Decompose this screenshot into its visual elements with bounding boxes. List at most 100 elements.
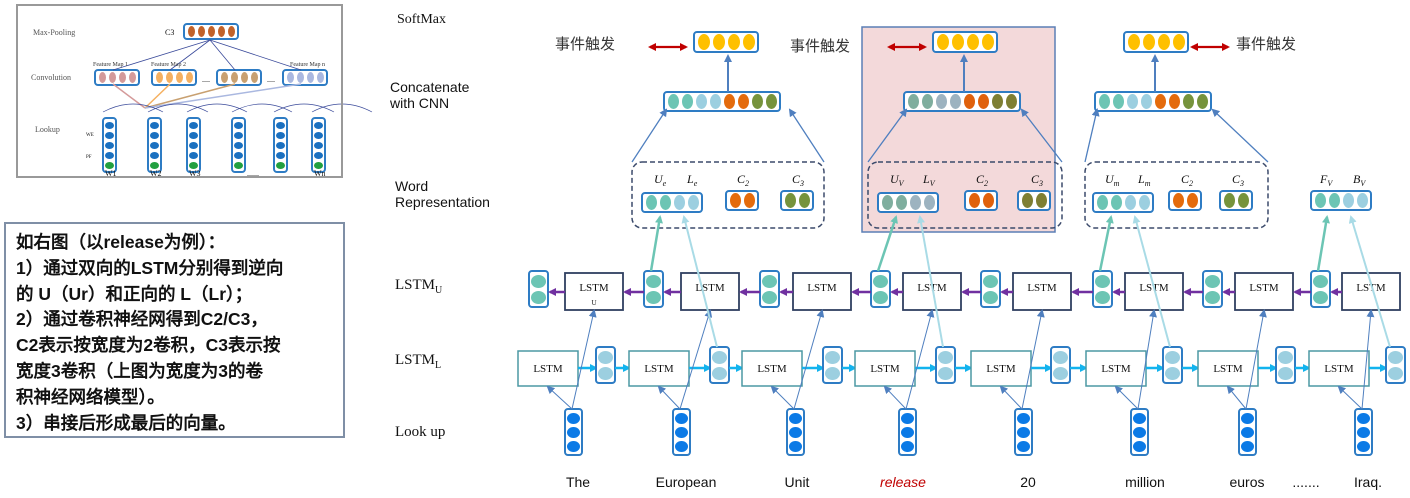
vector-unit bbox=[825, 351, 840, 364]
vector-unit bbox=[1158, 34, 1170, 50]
vector-unit bbox=[1095, 291, 1110, 304]
vector-unit bbox=[682, 94, 693, 109]
vector-unit bbox=[1329, 193, 1340, 208]
vector-unit bbox=[744, 193, 755, 208]
vector-unit bbox=[785, 193, 796, 208]
vector-unit bbox=[1165, 367, 1180, 380]
vector-unit bbox=[910, 195, 921, 210]
lookup-to-lstm-l-arrow bbox=[770, 385, 795, 410]
lstm-l-cell-label: LSTM bbox=[644, 363, 674, 375]
vector-unit bbox=[789, 441, 802, 452]
vector-unit bbox=[936, 94, 947, 109]
vector-unit bbox=[675, 413, 688, 424]
u-to-representation-arrow bbox=[1098, 215, 1114, 272]
vector-unit bbox=[1187, 193, 1198, 208]
vector-unit bbox=[789, 413, 802, 424]
input-word: European bbox=[655, 474, 717, 490]
vector-unit bbox=[668, 94, 679, 109]
vector-unit bbox=[1006, 94, 1017, 109]
vector-unit bbox=[938, 351, 953, 364]
vector-unit bbox=[698, 34, 710, 50]
lstm-l-cell-label: LSTM bbox=[757, 363, 787, 375]
vector-unit bbox=[598, 367, 613, 380]
vector-unit bbox=[789, 427, 802, 438]
vector-unit bbox=[1278, 367, 1293, 380]
vector-unit bbox=[983, 275, 998, 288]
vector-unit bbox=[531, 291, 546, 304]
label-line: Concatenate bbox=[390, 79, 470, 95]
vector-unit bbox=[1343, 193, 1354, 208]
lookup-to-lstm-l-arrow bbox=[883, 385, 907, 410]
vector-unit bbox=[799, 193, 810, 208]
lstm-l-cell-label: LSTM bbox=[1213, 363, 1243, 375]
c2-label: C2 bbox=[737, 172, 749, 188]
vector-unit bbox=[675, 441, 688, 452]
vector-unit bbox=[983, 291, 998, 304]
vector-unit bbox=[1173, 193, 1184, 208]
l-label: Le bbox=[686, 172, 698, 188]
vector-unit bbox=[1388, 351, 1403, 364]
label-text: LSTM bbox=[395, 352, 436, 368]
vector-unit bbox=[1022, 193, 1033, 208]
fb-label: FV bbox=[1319, 172, 1333, 188]
input-word-highlighted: release bbox=[880, 474, 926, 490]
input-word: Unit bbox=[784, 474, 810, 490]
c3-label: C3 bbox=[792, 172, 804, 188]
layer-label-lookup: Look up bbox=[395, 424, 446, 440]
to-concat-arrow bbox=[1084, 108, 1100, 163]
vector-unit bbox=[1139, 195, 1150, 210]
vector-unit bbox=[1183, 94, 1194, 109]
vector-unit bbox=[1205, 275, 1220, 288]
vector-unit bbox=[1141, 94, 1152, 109]
vector-unit bbox=[1278, 351, 1293, 364]
input-word: Iraq. bbox=[1353, 474, 1383, 490]
to-concat-arrow bbox=[631, 108, 668, 163]
vector-unit bbox=[762, 275, 777, 288]
label-sub: U bbox=[435, 285, 443, 296]
vector-unit bbox=[1315, 193, 1326, 208]
vector-unit bbox=[646, 275, 661, 288]
vector-unit bbox=[696, 94, 707, 109]
vector-unit bbox=[1224, 193, 1235, 208]
vector-unit bbox=[1241, 427, 1254, 438]
trigger-label: 事件触发 bbox=[1236, 35, 1297, 53]
subscript: V bbox=[1360, 179, 1366, 188]
vector-unit bbox=[1155, 94, 1166, 109]
vector-unit bbox=[950, 94, 961, 109]
trigger-label: 事件触发 bbox=[790, 37, 851, 55]
layer-label-softmax: SoftMax bbox=[397, 12, 446, 27]
vector-unit bbox=[1133, 427, 1146, 438]
lstm-l-cell-label: LSTM bbox=[986, 363, 1016, 375]
vector-unit bbox=[908, 94, 919, 109]
subscript: 3 bbox=[1239, 179, 1244, 188]
subscript: e bbox=[663, 179, 667, 188]
lstm-u-cell-label: LSTM bbox=[1249, 282, 1279, 294]
vector-unit bbox=[1053, 351, 1068, 364]
vector-unit bbox=[1053, 367, 1068, 380]
lookup-to-lstm-l-arrow bbox=[1337, 385, 1363, 410]
lookup-to-lstm-l-arrow bbox=[999, 385, 1023, 410]
vector-unit bbox=[882, 195, 893, 210]
vector-unit bbox=[674, 195, 685, 210]
vector-unit bbox=[982, 34, 994, 50]
subscript: 2 bbox=[984, 179, 988, 188]
vector-unit bbox=[1357, 193, 1368, 208]
vector-unit bbox=[978, 94, 989, 109]
vector-unit bbox=[1313, 275, 1328, 288]
vector-unit bbox=[728, 34, 740, 50]
vector-unit bbox=[901, 427, 914, 438]
vector-unit bbox=[1111, 195, 1122, 210]
vector-unit bbox=[752, 94, 763, 109]
cnn-inset-figure bbox=[16, 4, 343, 178]
lstm-u-cell-label: LSTM bbox=[1027, 282, 1057, 294]
vector-unit bbox=[1205, 291, 1220, 304]
vector-unit bbox=[1357, 427, 1370, 438]
input-word: euros bbox=[1229, 474, 1265, 490]
note-line: 积神经网络模型）。 bbox=[16, 386, 165, 407]
subscript: m bbox=[1114, 179, 1120, 188]
vector-unit bbox=[598, 351, 613, 364]
vector-unit bbox=[1357, 413, 1370, 424]
vector-unit bbox=[531, 275, 546, 288]
lstm-u-cell-label: LSTM bbox=[695, 282, 725, 294]
vector-unit bbox=[738, 94, 749, 109]
